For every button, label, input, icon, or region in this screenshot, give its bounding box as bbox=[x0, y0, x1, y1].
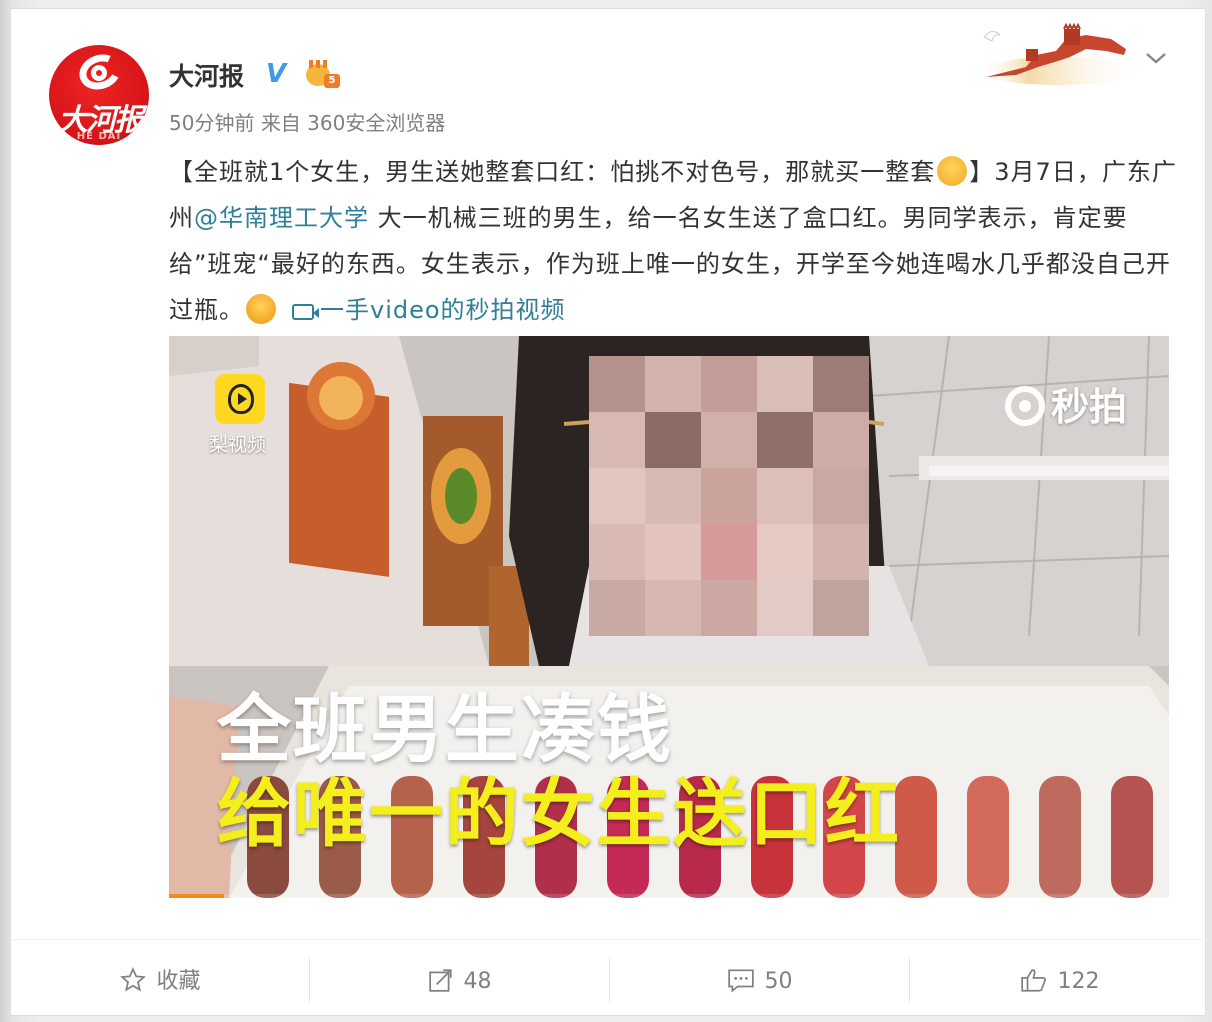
play-icon bbox=[228, 384, 254, 414]
pear-video-logo-icon bbox=[215, 374, 265, 424]
chevron-down-icon[interactable] bbox=[1141, 45, 1171, 75]
comment-button[interactable]: 50 bbox=[610, 962, 909, 1002]
star-icon bbox=[120, 967, 147, 1007]
action-bar: 收藏 48 50 122 bbox=[11, 939, 1207, 1017]
author-name[interactable]: 大河报 bbox=[169, 57, 244, 93]
verified-icon[interactable]: V bbox=[266, 61, 286, 87]
lipstick-emoji-icon bbox=[937, 156, 968, 186]
comment-count: 50 bbox=[764, 969, 793, 994]
great-wall-banner-icon bbox=[979, 22, 1136, 85]
pear-video-label: 梨视频 bbox=[209, 434, 267, 456]
video-progress-fill bbox=[169, 894, 224, 898]
post-time[interactable]: 50分钟前 bbox=[169, 111, 254, 135]
video-progress-bar[interactable] bbox=[169, 894, 1169, 898]
post-text-part1: 【全班就1个女生，男生送她整套口红：怕挑不对色号，那就买一整套 bbox=[169, 158, 936, 186]
post-source: 来自 360安全浏览器 bbox=[260, 111, 446, 135]
pixelated-face bbox=[589, 356, 869, 636]
miaopai-watermark: 秒拍 bbox=[1005, 376, 1128, 429]
like-button[interactable]: 122 bbox=[910, 962, 1209, 1002]
author-avatar[interactable]: 大河报 HE DAI bbox=[49, 45, 149, 145]
weibo-post-card: 大河报 HE DAI 大河报 V 5 50分钟前 来自 360安全浏览器 【全班… bbox=[10, 8, 1207, 1017]
post-meta: 50分钟前 来自 360安全浏览器 bbox=[169, 107, 445, 136]
member-crown-icon[interactable]: 5 bbox=[306, 60, 342, 90]
favorite-button[interactable]: 收藏 bbox=[11, 962, 310, 1002]
repost-count: 48 bbox=[463, 969, 492, 994]
miaopai-label: 秒拍 bbox=[1051, 385, 1128, 429]
repost-icon bbox=[428, 967, 454, 1007]
video-icon bbox=[292, 304, 319, 320]
post-text: 【全班就1个女生，男生送她整套口红：怕挑不对色号，那就买一整套 】3月7日，广东广… bbox=[169, 149, 1179, 333]
member-level: 5 bbox=[324, 74, 340, 88]
like-icon bbox=[1020, 967, 1048, 1007]
favorite-label: 收藏 bbox=[156, 969, 201, 994]
mention-link[interactable]: @华南理工大学 bbox=[194, 204, 369, 232]
like-count: 122 bbox=[1057, 969, 1100, 994]
comment-icon bbox=[727, 967, 755, 1007]
miaopai-logo-icon bbox=[1005, 386, 1045, 426]
repost-button[interactable]: 48 bbox=[310, 962, 609, 1002]
laugh-cry-emoji-icon bbox=[246, 294, 276, 324]
video-link[interactable]: 一手video的秒拍视频 bbox=[320, 296, 566, 324]
video-player[interactable]: 梨视频 秒拍 全班男生凑钱 给唯一的女生送口红 bbox=[169, 336, 1169, 898]
logo-swirl-inner bbox=[91, 65, 107, 81]
avatar-logo-subtext: HE DAI bbox=[76, 131, 122, 142]
video-caption-line2: 给唯一的女生送口红 bbox=[217, 771, 901, 857]
